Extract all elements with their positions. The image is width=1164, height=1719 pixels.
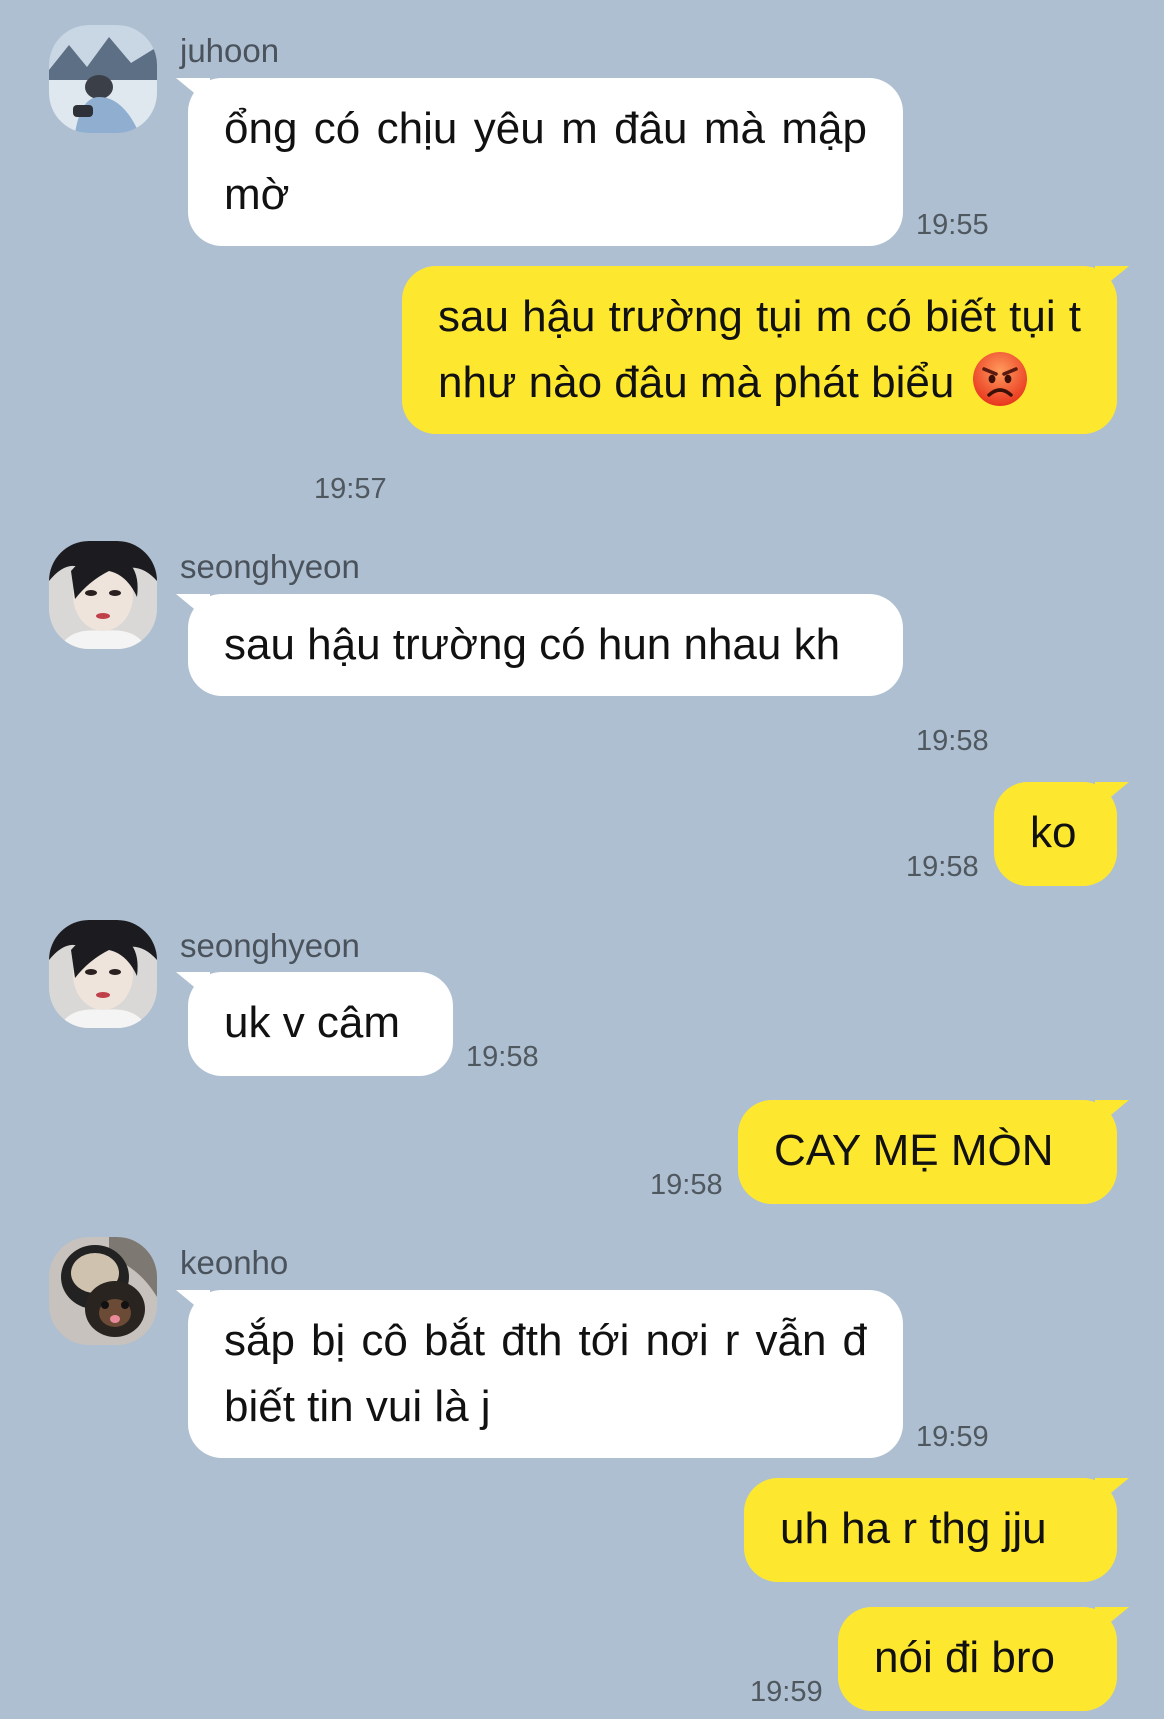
seonghyeon-avatar-image: [49, 541, 157, 649]
message-time: 19:58: [916, 725, 989, 757]
message-bubble-outgoing[interactable]: ko: [994, 782, 1117, 886]
keonho-avatar[interactable]: [49, 1237, 157, 1345]
message-time: 19:58: [906, 851, 979, 883]
message-bubble-incoming[interactable]: sắp bị cô bắt đth tới nơi r vẫn đ biết t…: [188, 1290, 903, 1458]
juhoon-avatar[interactable]: [49, 25, 157, 133]
message-time: 19:58: [650, 1169, 723, 1201]
message-bubble-outgoing[interactable]: nói đi bro: [838, 1607, 1117, 1711]
sender-name: seonghyeon: [180, 548, 360, 585]
seonghyeon-avatar[interactable]: [49, 541, 157, 649]
message-bubble-outgoing[interactable]: sau hậu trường tụi m có biết tụi t như n…: [402, 266, 1117, 434]
message-time: 19:57: [314, 473, 387, 505]
message-bubble-incoming[interactable]: sau hậu trường có hun nhau kh: [188, 594, 903, 696]
message-text: nói đi bro: [874, 1633, 1056, 1682]
message-text: ko: [1030, 808, 1077, 857]
message-text: CAY MẸ MÒN: [774, 1126, 1054, 1175]
message-text: ổng có chịu yêu m đâu mà mập mờ: [224, 104, 867, 219]
message-time: 19:59: [750, 1676, 823, 1708]
sender-name: keonho: [180, 1244, 289, 1281]
message-text: sau hậu trường có hun nhau kh: [224, 620, 841, 669]
sender-name: seonghyeon: [180, 927, 360, 964]
message-time: 19:55: [916, 209, 989, 241]
message-time: 19:58: [466, 1041, 539, 1073]
sender-name: juhoon: [180, 32, 280, 69]
juhoon-avatar-image: [49, 25, 157, 133]
keonho-avatar-image: [49, 1237, 157, 1345]
message-text: sắp bị cô bắt đth tới nơi r vẫn đ biết t…: [224, 1316, 867, 1431]
message-bubble-incoming[interactable]: ổng có chịu yêu m đâu mà mập mờ: [188, 78, 903, 246]
message-bubble-outgoing[interactable]: CAY MẸ MÒN: [738, 1100, 1117, 1204]
seonghyeon-avatar-image: [49, 920, 157, 1028]
angry-face-emoji-icon: [972, 351, 1028, 407]
message-time: 19:59: [916, 1421, 989, 1453]
seonghyeon-avatar[interactable]: [49, 920, 157, 1028]
chat-area[interactable]: juhoon ổng có chịu yêu m đâu mà mập mờ 1…: [0, 0, 1164, 1719]
message-bubble-outgoing[interactable]: uh ha r thg jju: [744, 1478, 1117, 1582]
message-text: uh ha r thg jju: [780, 1504, 1047, 1553]
message-bubble-incoming[interactable]: uk v câm: [188, 972, 453, 1076]
message-text: uk v câm: [224, 998, 401, 1047]
